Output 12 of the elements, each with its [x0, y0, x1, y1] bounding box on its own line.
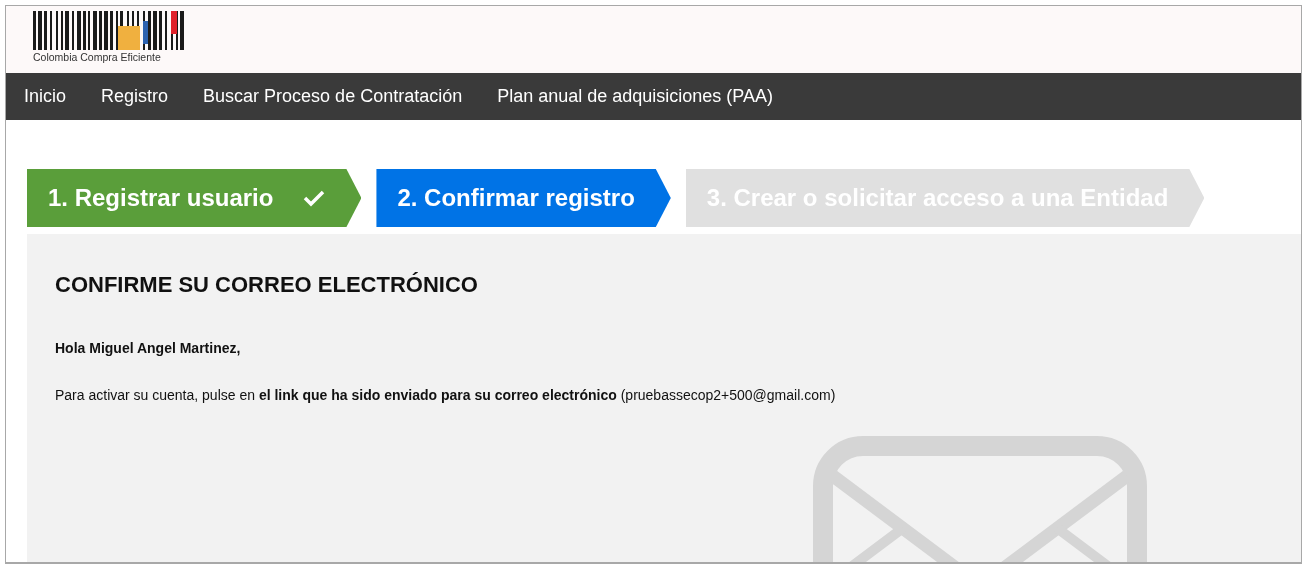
panel-heading: CONFIRME SU CORREO ELECTRÓNICO: [55, 272, 479, 299]
nav-link[interactable]: Registro: [101, 83, 186, 110]
nav-link[interactable]: Plan anual de adquisiciones (PAA): [497, 83, 791, 110]
message-text: Para activar su cuenta, pulse en el link que ha sido enviado para su correo electrónico (pruebassecop2+500@gmail.com): [55, 386, 837, 406]
nav-link[interactable]: Buscar Proceso de Contratación: [203, 83, 480, 110]
greeting-text: Hola Miguel Angel Martinez,: [55, 339, 242, 359]
nav-link[interactable]: Inicio: [24, 83, 84, 110]
wizard-step: 1. Registrar usuario: [27, 169, 362, 227]
checkmark-icon: [303, 189, 326, 207]
envelope-icon: [813, 436, 1147, 562]
wizard-step: 2. Confirmar registro: [376, 169, 671, 227]
logo-text: Colombia Compra Eficiente: [33, 52, 162, 63]
